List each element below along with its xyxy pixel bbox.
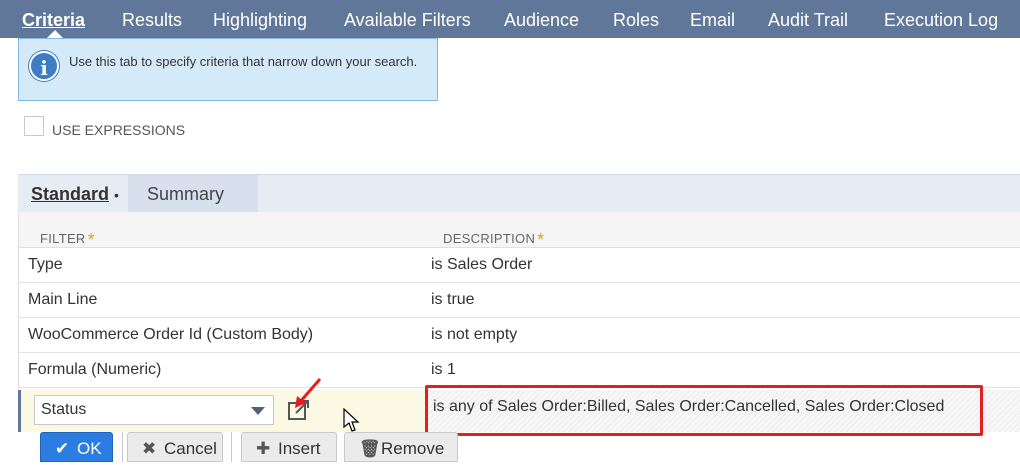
close-icon: ✖	[142, 439, 157, 458]
annotation-arrow-icon	[295, 378, 322, 408]
tab-label: Audit Trail	[768, 10, 849, 30]
subtab-summary[interactable]: Summary	[128, 175, 258, 213]
description-header-label: DESCRIPTION	[443, 231, 536, 246]
description-cell: is 1	[431, 361, 456, 378]
subtab-label: Summary	[147, 184, 225, 204]
annotation-highlight-box	[425, 385, 983, 436]
criteria-grid: FILTER * DESCRIPTION * Type is Sales Order…	[18, 212, 1020, 388]
description-column-header: DESCRIPTION *	[443, 227, 545, 250]
row-action-buttons: ✔ OK ✖ Cancel ✚ Insert 🗑Remove	[28, 432, 468, 462]
grid-header: FILTER * DESCRIPTION *	[19, 212, 1020, 250]
tab-highlighting[interactable]: Highlighting	[213, 0, 307, 38]
table-row[interactable]: WooCommerce Order Id (Custom Body) is no…	[19, 318, 1020, 353]
ok-button[interactable]: ✔ OK	[40, 432, 113, 462]
active-tab-indicator	[47, 30, 63, 38]
tab-label: Execution Log	[884, 10, 999, 30]
tab-label: Highlighting	[213, 10, 308, 30]
subtab-label: Standard	[31, 184, 110, 204]
subtab-marker: •	[114, 187, 119, 203]
plus-icon: ✚	[256, 439, 271, 458]
tab-audience[interactable]: Audience	[504, 0, 579, 38]
tab-label: Email	[690, 10, 736, 30]
remove-button[interactable]: 🗑Remove	[344, 432, 458, 462]
insert-label: Insert	[278, 439, 321, 458]
remove-label: Remove	[381, 439, 445, 458]
table-row[interactable]: Main Line is true	[19, 283, 1020, 318]
description-cell: is not empty	[431, 326, 518, 343]
table-row[interactable]: Type is Sales Order	[19, 248, 1020, 283]
trash-icon: 🗑	[359, 439, 381, 458]
tab-audit-trail[interactable]: Audit Trail	[768, 0, 848, 38]
use-expressions-label: USE EXPRESSIONS	[52, 122, 186, 138]
info-text: Use this tab to specify criteria that na…	[69, 54, 418, 69]
button-divider	[122, 432, 123, 462]
filter-select-value: Status	[41, 401, 87, 418]
filter-cell: Main Line	[28, 291, 98, 308]
tab-label: Audience	[504, 10, 580, 30]
subtab-standard[interactable]: Standard •	[18, 175, 128, 213]
filter-cell: WooCommerce Order Id (Custom Body)	[28, 326, 314, 343]
info-icon: i	[29, 51, 59, 81]
description-cell: is Sales Order	[431, 256, 533, 273]
tab-email[interactable]: Email	[690, 0, 735, 38]
filter-select[interactable]: Status	[34, 395, 274, 425]
filter-cell: Type	[28, 256, 63, 273]
insert-button[interactable]: ✚ Insert	[241, 432, 337, 462]
table-row[interactable]: Formula (Numeric) is 1	[19, 353, 1020, 388]
criteria-subtabs: Standard • Summary	[18, 174, 1020, 213]
tab-roles[interactable]: Roles	[613, 0, 659, 38]
tab-label: Roles	[613, 10, 660, 30]
chevron-down-icon[interactable]	[251, 407, 265, 415]
tab-available-filters[interactable]: Available Filters	[344, 0, 471, 38]
cancel-button[interactable]: ✖ Cancel	[127, 432, 223, 462]
tab-bar: Criteria Results Highlighting Available …	[0, 0, 1020, 38]
tab-label: Criteria	[22, 10, 86, 30]
tab-results[interactable]: Results	[122, 0, 182, 38]
filter-cell: Formula (Numeric)	[28, 361, 162, 378]
required-star: *	[87, 230, 95, 250]
cancel-label: Cancel	[164, 439, 217, 458]
tab-label: Results	[122, 10, 183, 30]
mouse-cursor-icon	[343, 408, 360, 432]
info-banner: i Use this tab to specify criteria that …	[18, 38, 438, 101]
ok-label: OK	[77, 439, 102, 458]
filter-header-label: FILTER	[40, 231, 86, 246]
button-divider	[231, 432, 232, 462]
tab-execution-log[interactable]: Execution Log	[884, 0, 998, 38]
filter-column-header: FILTER *	[40, 227, 95, 250]
required-star: *	[537, 230, 545, 250]
check-icon: ✔	[55, 439, 70, 458]
tab-label: Available Filters	[344, 10, 471, 30]
description-cell: is true	[431, 291, 475, 308]
use-expressions-checkbox[interactable]	[24, 116, 44, 136]
